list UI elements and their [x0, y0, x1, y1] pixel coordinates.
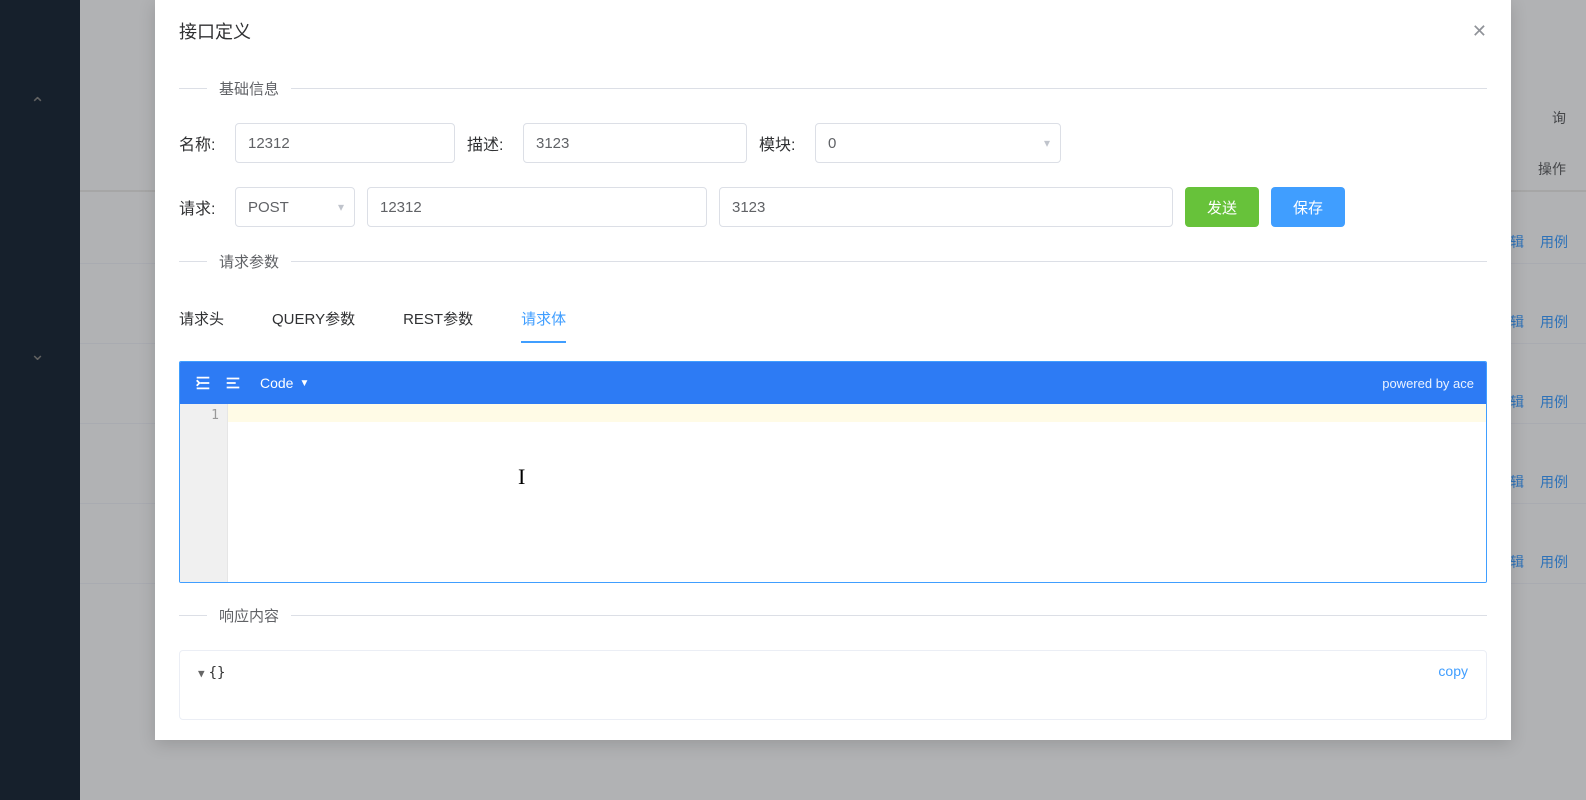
response-viewer: copy ▼ {}: [179, 650, 1487, 720]
divider-response: 响应内容: [179, 605, 1487, 626]
section-request-params: 请求参数: [179, 251, 1487, 272]
code-mode-label: Code: [260, 375, 293, 391]
input-host[interactable]: [719, 187, 1173, 227]
line-number: 1: [180, 408, 219, 426]
json-root-text: {}: [209, 665, 226, 681]
modal-title: 接口定义: [179, 18, 251, 44]
divider-basic: 基础信息: [179, 78, 1487, 99]
input-name[interactable]: [235, 123, 455, 163]
code-editor: Code ▼ powered by ace 1 I: [179, 361, 1487, 583]
modal-overlay: 接口定义 ✕ 基础信息 名称: 描述: 模块: 0: [0, 0, 1586, 800]
caret-down-icon: ▼: [299, 378, 309, 389]
input-path[interactable]: [367, 187, 707, 227]
input-desc-field[interactable]: [536, 135, 734, 152]
caret-down-icon[interactable]: ▼: [198, 667, 205, 680]
editor-area[interactable]: I: [228, 404, 1486, 582]
select-method[interactable]: POST ▾: [235, 187, 355, 227]
tab-body[interactable]: 请求体: [521, 296, 566, 343]
input-path-field[interactable]: [380, 199, 694, 216]
section-basic-info: 基础信息 名称: 描述: 模块: 0 ▾ 请求:: [179, 78, 1487, 227]
text-cursor-icon: I: [518, 464, 525, 490]
indent-left-icon[interactable]: [192, 372, 214, 394]
section-title-basic: 基础信息: [219, 78, 279, 99]
tab-rest[interactable]: REST参数: [403, 296, 473, 343]
json-root[interactable]: ▼ {}: [198, 665, 1468, 681]
editor-gutter: 1: [180, 404, 228, 582]
select-module[interactable]: 0 ▾: [815, 123, 1061, 163]
divider-params: 请求参数: [179, 251, 1487, 272]
copy-button[interactable]: copy: [1438, 663, 1468, 679]
input-host-field[interactable]: [732, 199, 1160, 216]
select-method-value: POST: [248, 199, 289, 216]
label-desc: 描述:: [467, 131, 511, 155]
chevron-down-icon: ▾: [1044, 136, 1050, 150]
label-name: 名称:: [179, 131, 223, 155]
row-request: 请求: POST ▾ 发送 保存: [179, 187, 1487, 227]
input-desc[interactable]: [523, 123, 747, 163]
tab-query[interactable]: QUERY参数: [272, 296, 355, 343]
label-module: 模块:: [759, 131, 803, 155]
section-title-params: 请求参数: [219, 251, 279, 272]
tab-headers[interactable]: 请求头: [179, 296, 224, 343]
row-basic: 名称: 描述: 模块: 0 ▾: [179, 123, 1487, 163]
editor-toolbar: Code ▼ powered by ace: [180, 362, 1486, 404]
send-button[interactable]: 发送: [1185, 187, 1259, 227]
modal-header: 接口定义 ✕: [155, 0, 1511, 54]
select-module-value: 0: [828, 135, 836, 152]
input-name-field[interactable]: [248, 135, 442, 152]
section-response: 响应内容: [179, 605, 1487, 626]
interface-definition-modal: 接口定义 ✕ 基础信息 名称: 描述: 模块: 0: [155, 0, 1511, 740]
section-title-response: 响应内容: [219, 605, 279, 626]
editor-body: 1 I: [180, 404, 1486, 582]
powered-by-link[interactable]: powered by ace: [1382, 376, 1474, 391]
save-button[interactable]: 保存: [1271, 187, 1345, 227]
close-icon[interactable]: ✕: [1472, 21, 1487, 42]
editor-textarea[interactable]: [228, 404, 1486, 582]
params-tabs: 请求头 QUERY参数 REST参数 请求体: [179, 296, 1487, 343]
chevron-down-icon: ▾: [338, 200, 344, 214]
label-request: 请求:: [179, 195, 223, 219]
align-left-icon[interactable]: [222, 372, 244, 394]
code-mode-select[interactable]: Code ▼: [260, 375, 309, 391]
